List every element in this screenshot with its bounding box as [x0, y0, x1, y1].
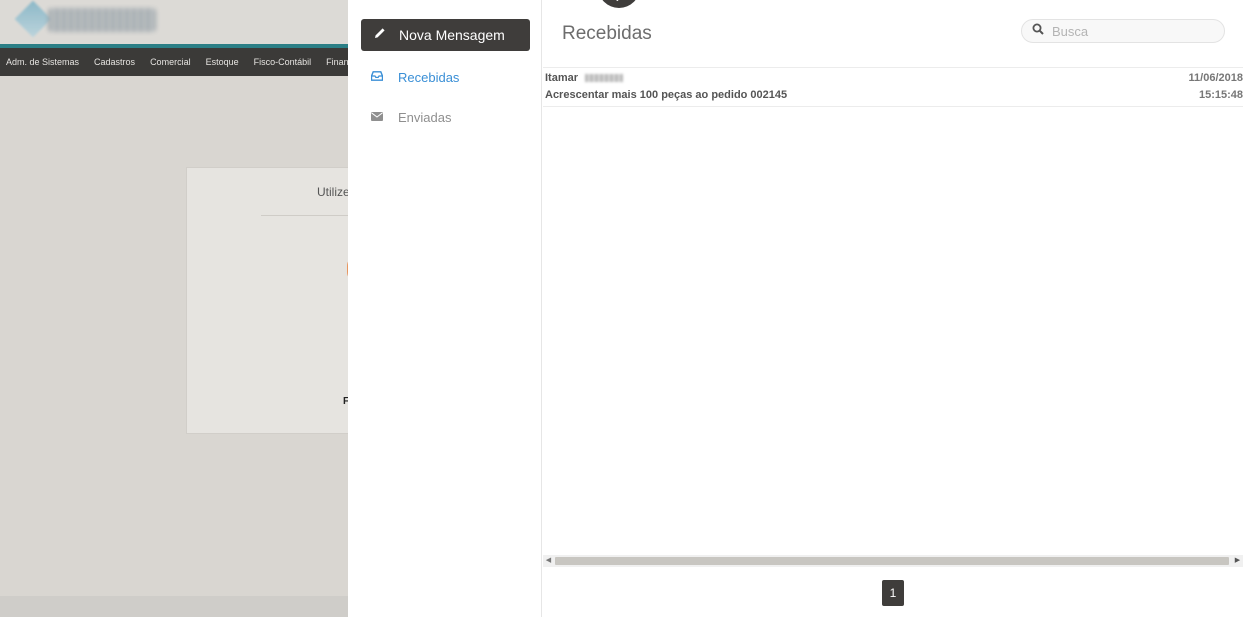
scrollbar-thumb[interactable]: [555, 557, 1229, 565]
messages-panel: Nova Mensagem Recebidas Enviadas ⌄: [348, 0, 1243, 617]
message-sender: Itamar: [545, 72, 624, 84]
nav-item-cadastros[interactable]: Cadastros: [94, 57, 135, 67]
pagination-page-button[interactable]: 1: [882, 580, 904, 606]
inbox-icon: [370, 68, 384, 86]
message-sender-name: Itamar: [545, 72, 579, 84]
scroll-left-icon[interactable]: ◀: [544, 555, 553, 567]
nav-item-comercial[interactable]: Comercial: [150, 57, 191, 67]
background-card-title: Utilize: [317, 185, 350, 199]
messages-sidebar: Nova Mensagem Recebidas Enviadas: [348, 0, 542, 617]
folder-label-enviadas: Enviadas: [398, 109, 452, 125]
folder-item-recebidas[interactable]: Recebidas: [370, 67, 531, 87]
folder-item-enviadas[interactable]: Enviadas: [371, 107, 531, 127]
sender-surname-blurred: [585, 74, 624, 83]
messages-main: ⌄ Recebidas Itamar Acrescentar mais 100 …: [543, 0, 1243, 617]
collapse-toggle[interactable]: ⌄: [598, 0, 640, 8]
pencil-icon: [374, 26, 386, 44]
logo-wordmark-blurred: [48, 8, 156, 32]
search-input[interactable]: [1052, 23, 1212, 39]
nav-item-fisco-contabil[interactable]: Fisco-Contábil: [254, 57, 312, 67]
message-subject: Acrescentar mais 100 peças ao pedido 002…: [545, 89, 788, 101]
scroll-right-icon[interactable]: ▶: [1233, 555, 1242, 567]
search-box: [1021, 19, 1225, 43]
message-time: 15:15:48: [1198, 89, 1243, 101]
message-date: 11/06/2018: [1188, 72, 1243, 84]
folder-label-recebidas: Recebidas: [398, 69, 460, 85]
company-logo: [14, 0, 158, 38]
horizontal-scrollbar[interactable]: ◀ ▶: [543, 555, 1243, 567]
nav-item-estoque[interactable]: Estoque: [206, 57, 239, 67]
chevron-down-icon: ⌄: [614, 0, 621, 3]
nav-item-adm-sistemas[interactable]: Adm. de Sistemas: [6, 57, 79, 67]
new-message-label: Nova Mensagem: [399, 27, 505, 43]
new-message-button[interactable]: Nova Mensagem: [361, 19, 530, 51]
logo-diamond-icon: [14, 0, 52, 38]
message-row[interactable]: Itamar Acrescentar mais 100 peças ao ped…: [543, 68, 1243, 107]
envelope-icon: [371, 108, 383, 126]
search-icon[interactable]: [1032, 22, 1044, 40]
page-title: Recebidas: [562, 23, 652, 44]
